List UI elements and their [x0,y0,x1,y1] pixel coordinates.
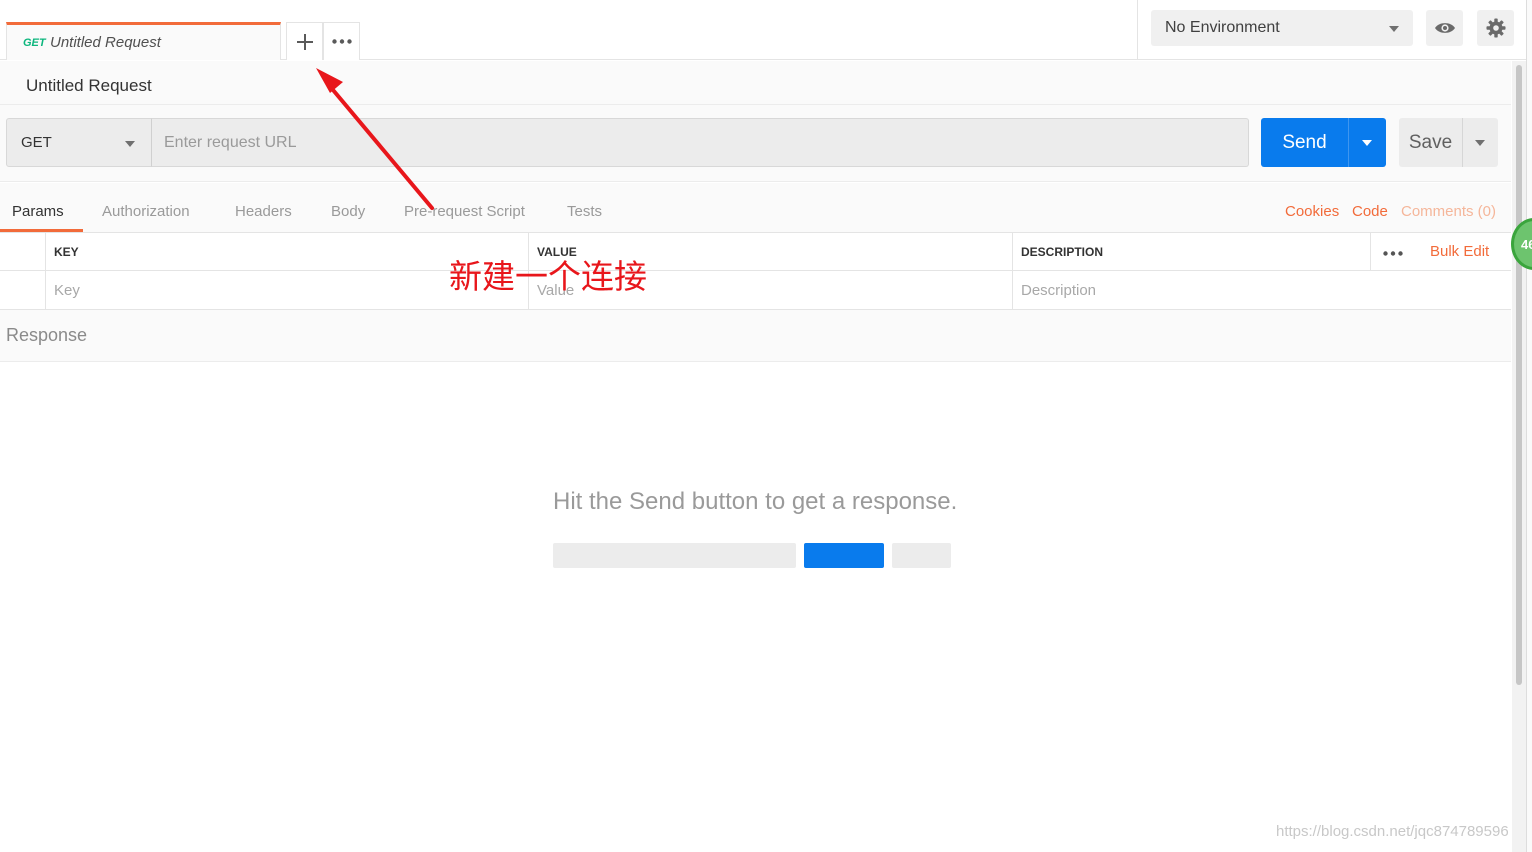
gear-icon [1486,18,1505,38]
ellipsis-icon [331,39,352,44]
vertical-scrollbar[interactable] [1512,61,1526,852]
request-title-bar: Untitled Request [0,61,1511,105]
tab-body[interactable]: Body [331,203,365,220]
tab-name-label: Untitled Request [50,34,161,51]
response-placeholder-bar [553,543,796,568]
request-url-bar: GET Send Save [0,105,1511,182]
manage-environments-button[interactable] [1477,10,1514,46]
chevron-down-icon [1362,140,1372,146]
response-header: Response [0,310,1511,362]
scrollbar-thumb[interactable] [1516,65,1522,685]
new-tab-button[interactable] [286,22,323,60]
annotation-label: 新建一个连接 [449,257,647,296]
bulk-edit-link[interactable]: Bulk Edit [1430,243,1489,260]
save-button[interactable]: Save [1399,118,1462,167]
send-options-button[interactable] [1348,118,1386,167]
tab-headers[interactable]: Headers [235,203,292,220]
tab-pre-request-script[interactable]: Pre-request Script [404,203,525,220]
url-input[interactable] [151,118,1249,167]
plus-icon [296,33,313,50]
cookies-link[interactable]: Cookies [1285,203,1339,220]
row-checkbox-cell [0,271,46,309]
environment-select[interactable]: No Environment [1151,10,1413,46]
tab-untitled-request[interactable]: GET Untitled Request [6,22,281,60]
param-description-input[interactable]: Description [1013,271,1511,309]
params-actions: Bulk Edit [1370,233,1511,270]
window-right-edge [1526,0,1532,852]
environment-quick-look-button[interactable] [1426,10,1463,46]
tab-authorization[interactable]: Authorization [102,203,190,220]
response-placeholder-bar-small [892,543,951,568]
top-bar-divider [1137,0,1138,60]
chevron-down-icon [1475,140,1485,146]
top-bar: GET Untitled Request No Environment [0,0,1532,60]
tab-options-button[interactable] [323,22,360,60]
send-button[interactable]: Send [1261,118,1348,167]
response-label: Response [6,325,88,345]
environment-select-value: No Environment [1165,19,1280,36]
ellipsis-icon [1383,251,1403,256]
eye-icon [1434,23,1455,33]
chevron-down-icon [1389,26,1399,32]
tab-params[interactable]: Params [12,203,64,220]
params-checkbox-column [0,233,46,270]
code-link[interactable]: Code [1352,203,1388,220]
params-table: KEY VALUE DESCRIPTION Bulk Edit Key Valu… [0,233,1511,310]
chevron-down-icon [125,141,135,147]
watermark: https://blog.csdn.net/jqc874789596 [1276,823,1509,840]
save-options-button[interactable] [1462,118,1498,167]
request-title[interactable]: Untitled Request [26,76,152,96]
tab-tests[interactable]: Tests [567,203,602,220]
table-row: Key Value Description [0,271,1511,309]
column-header-description: DESCRIPTION [1021,244,1104,259]
request-subtabs: Params Authorization Headers Body Pre-re… [0,183,1511,233]
params-options-button[interactable] [1383,243,1403,259]
method-select-value: GET [21,134,52,151]
params-header-row: KEY VALUE DESCRIPTION Bulk Edit [0,233,1511,271]
response-empty-message: Hit the Send button to get a response. [553,488,958,515]
method-select[interactable]: GET [6,118,152,167]
tab-method-label: GET [23,37,46,49]
active-tab-indicator [0,229,83,232]
comments-link[interactable]: Comments (0) [1401,203,1496,220]
response-placeholder-button [804,543,884,568]
